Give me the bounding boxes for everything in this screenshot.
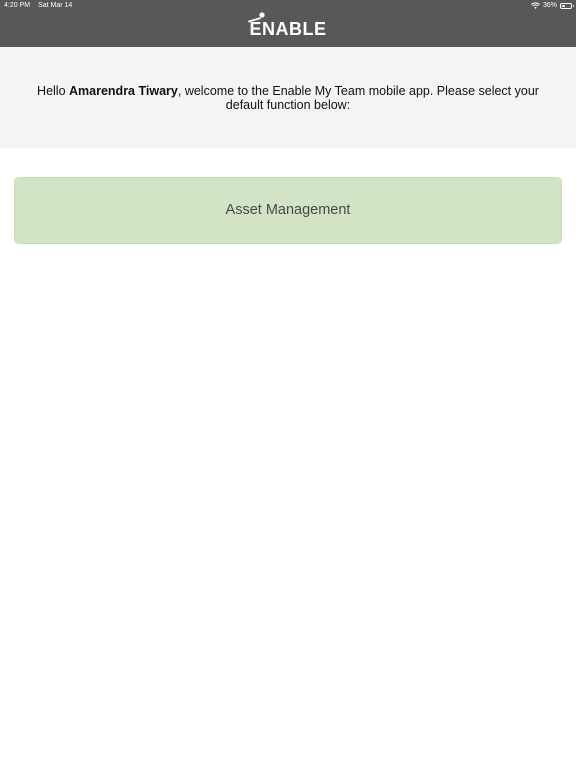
logo-wrapper: ENABLE (248, 11, 326, 44)
welcome-message: , welcome to the Enable My Team mobile a… (177, 84, 539, 112)
welcome-panel: Hello Amarendra Tiwary, welcome to the E… (0, 47, 576, 148)
battery-icon (560, 2, 574, 9)
welcome-greeting: Hello (37, 84, 70, 98)
function-button-label: Asset Management (225, 202, 351, 218)
user-name: Amarendra Tiwary (69, 84, 178, 98)
wifi-icon (531, 2, 540, 9)
app-screen: 4:20 PM Sat Mar 14 36% ENABLE Hello Amar… (0, 0, 576, 768)
enable-logo-mark-icon (248, 11, 266, 29)
top-bar: 4:20 PM Sat Mar 14 36% ENABLE (0, 0, 576, 47)
status-time: 4:20 PM (4, 2, 31, 9)
status-date: Sat Mar 14 (38, 2, 73, 9)
status-right: 36% (531, 0, 574, 11)
status-bar: 4:20 PM Sat Mar 14 36% (0, 0, 576, 11)
battery-fill (562, 4, 565, 7)
battery-percent: 36% (542, 2, 557, 9)
asset-management-button[interactable]: Asset Management (14, 177, 562, 244)
enable-logo: ENABLE (0, 12, 576, 42)
status-left: 4:20 PM Sat Mar 14 (4, 0, 72, 11)
